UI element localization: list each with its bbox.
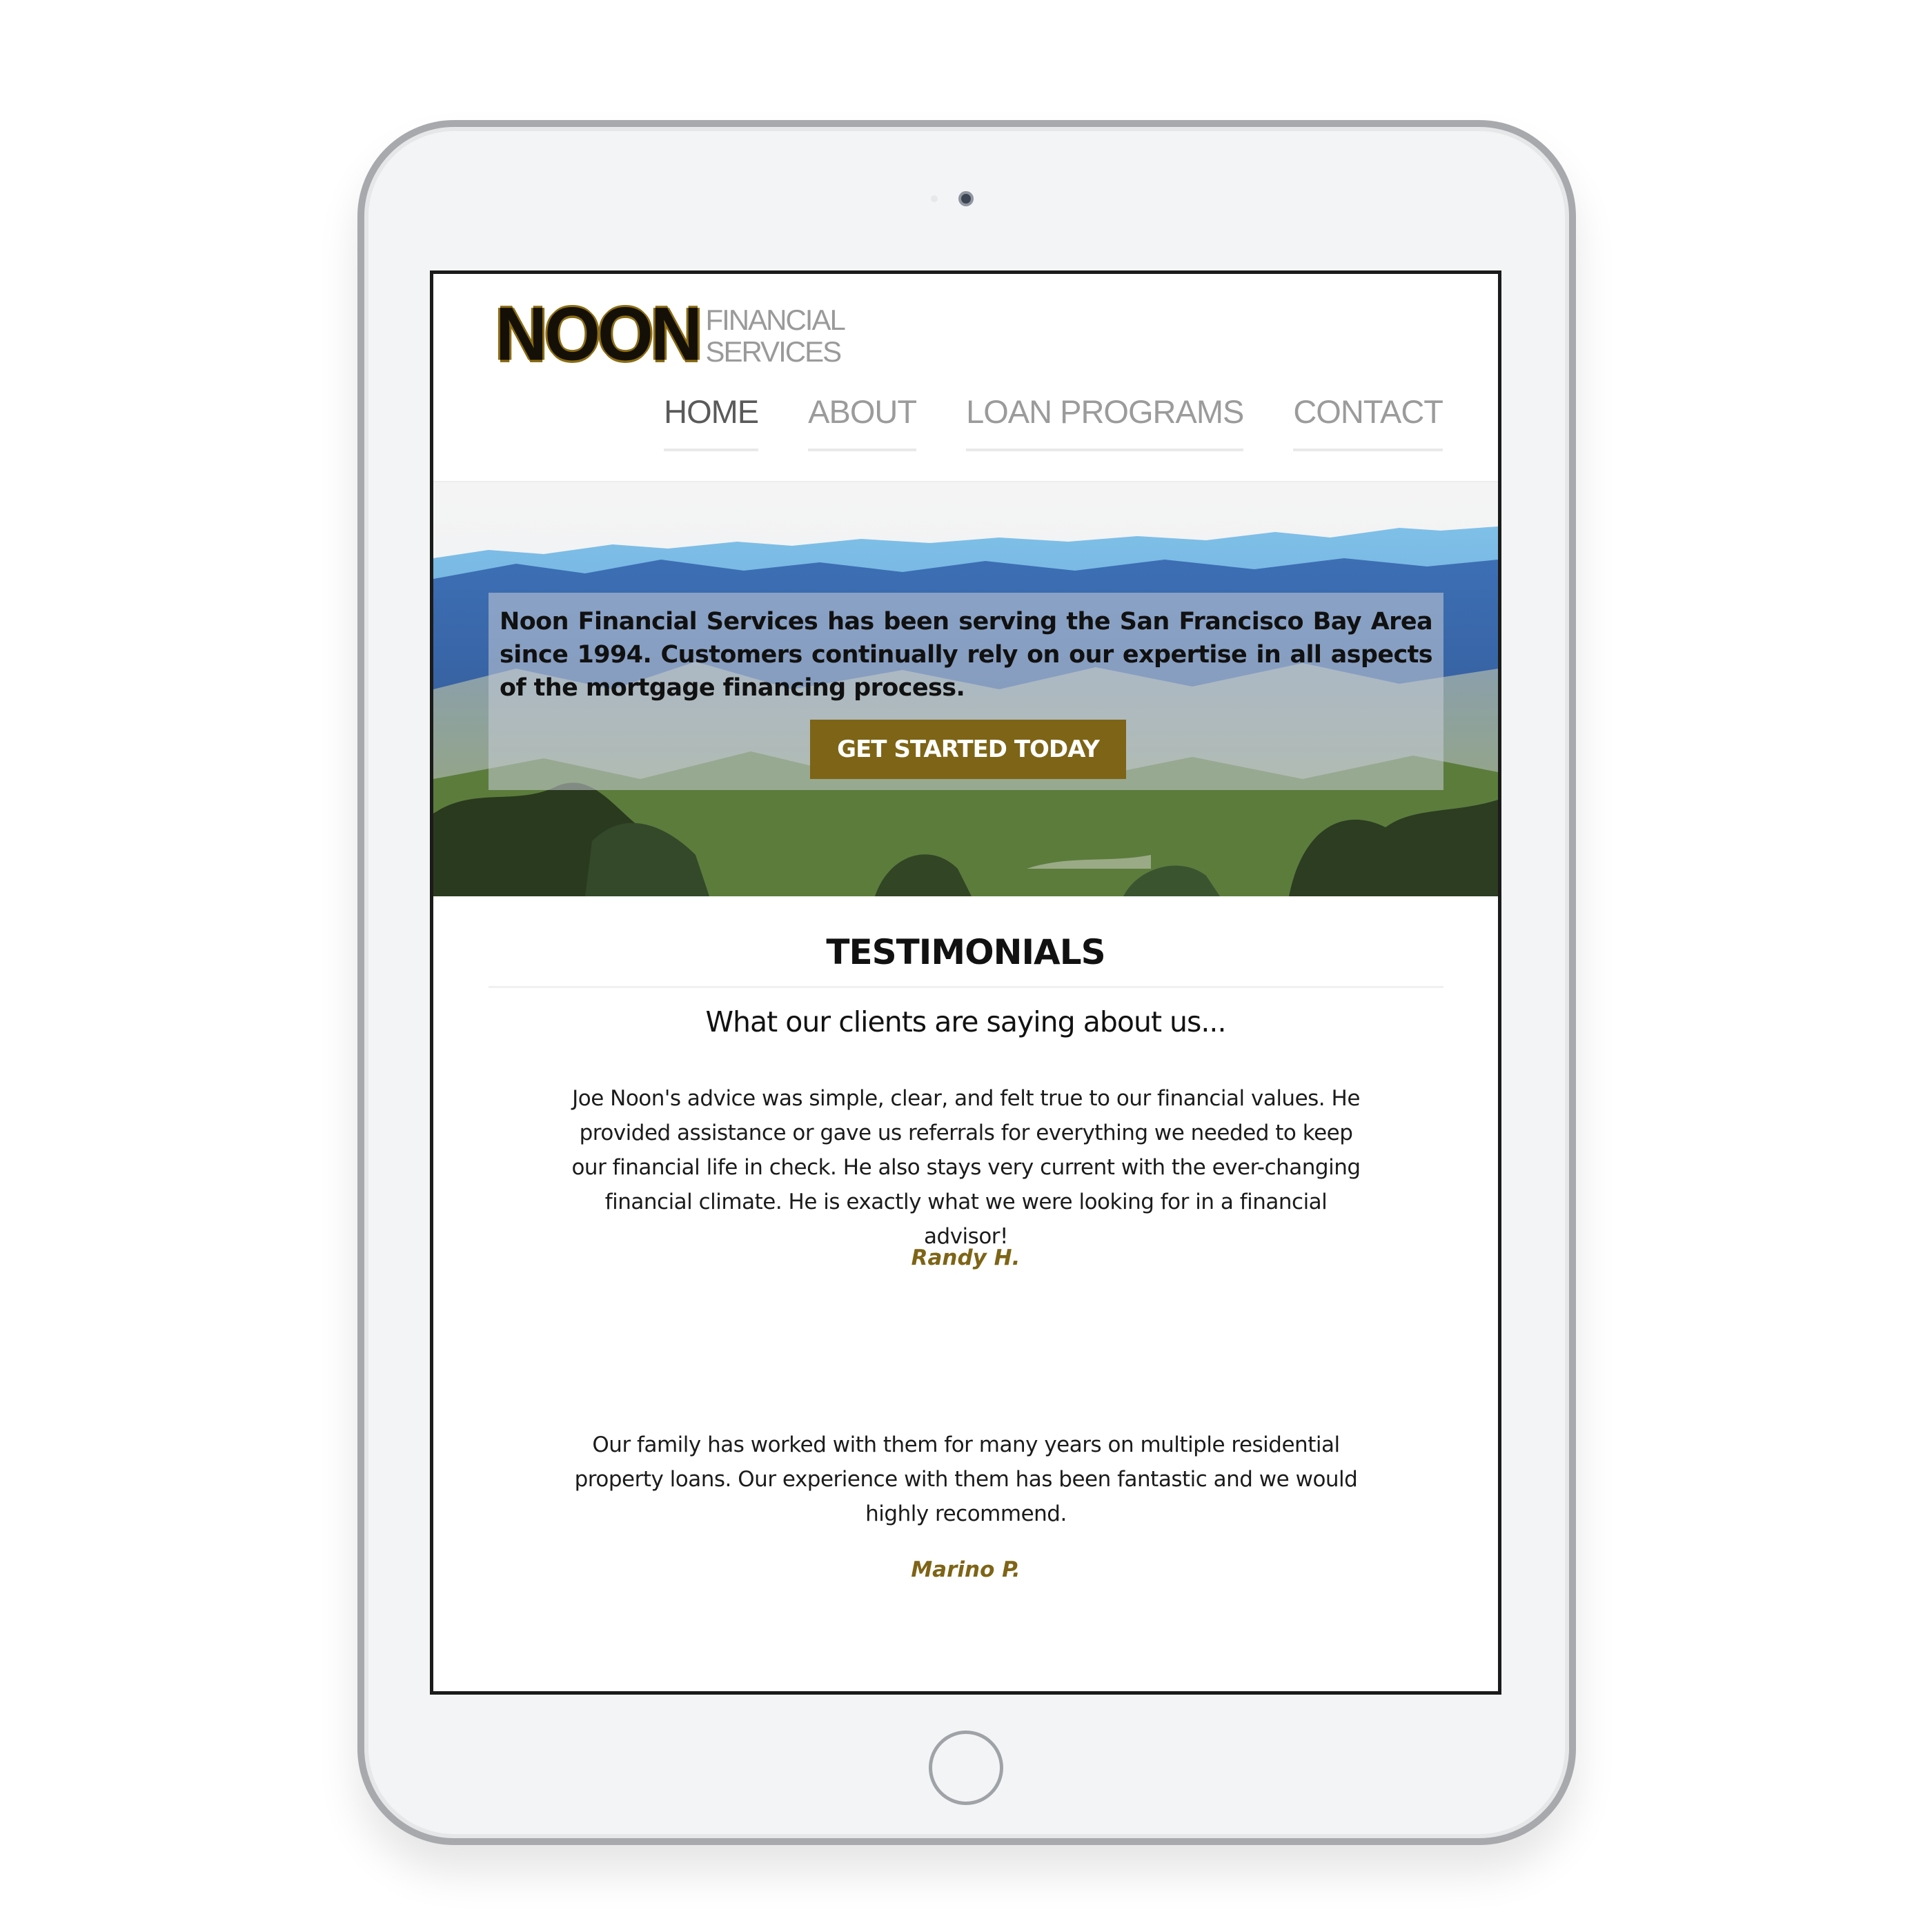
site-header: NOON FINANCIAL SERVICES HOME ABOUT LOAN … bbox=[433, 274, 1498, 482]
section-title: TESTIMONIALS bbox=[826, 932, 1105, 972]
main-nav: HOME ABOUT LOAN PROGRAMS CONTACT bbox=[664, 393, 1443, 451]
testimonial-author: Marino P. bbox=[911, 1557, 1021, 1582]
logo-subtitle: FINANCIAL SERVICES bbox=[705, 304, 845, 368]
front-sensor bbox=[931, 195, 938, 202]
logo-wordmark: NOON bbox=[495, 293, 702, 377]
testimonial-author: Randy H. bbox=[911, 1245, 1021, 1270]
home-button[interactable] bbox=[929, 1731, 1003, 1805]
section-divider bbox=[489, 986, 1443, 988]
hero-description: Noon Financial Services has been serving… bbox=[500, 608, 1433, 702]
logo-subtitle-line-1: FINANCIAL bbox=[705, 304, 845, 336]
logo-subtitle-line-2: SERVICES bbox=[705, 335, 842, 368]
logo[interactable]: NOON FINANCIAL SERVICES bbox=[495, 293, 846, 377]
testimonial-quote: Our family has worked with them for many… bbox=[574, 1432, 1358, 1526]
nav-about[interactable]: ABOUT bbox=[808, 393, 917, 451]
front-camera bbox=[958, 191, 974, 206]
nav-contact[interactable]: CONTACT bbox=[1293, 393, 1443, 451]
testimonial-quote: Joe Noon's advice was simple, clear, and… bbox=[571, 1086, 1361, 1249]
screen: NOON FINANCIAL SERVICES HOME ABOUT LOAN … bbox=[430, 270, 1501, 1695]
section-subtitle: What our clients are saying about us... bbox=[705, 1005, 1226, 1038]
hero-banner: Noon Financial Services has been serving… bbox=[433, 482, 1498, 896]
nav-home[interactable]: HOME bbox=[664, 393, 759, 451]
nav-loan-programs[interactable]: LOAN PROGRAMS bbox=[966, 393, 1244, 451]
get-started-button[interactable]: GET STARTED TODAY bbox=[810, 720, 1126, 779]
hero-text-panel: Noon Financial Services has been serving… bbox=[489, 593, 1443, 790]
